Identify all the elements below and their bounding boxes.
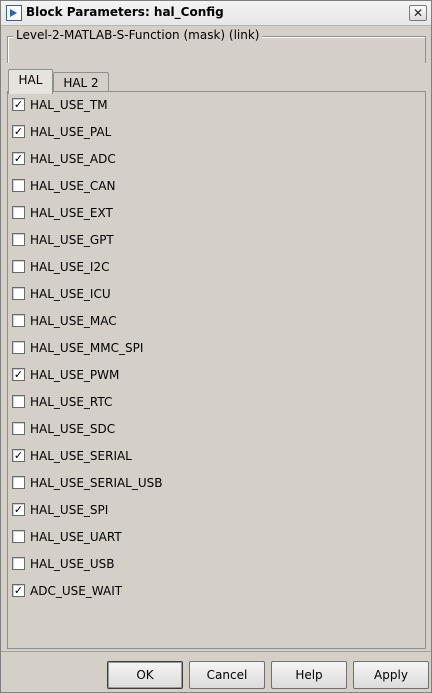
checkmark-icon: ✓ — [13, 98, 24, 111]
checkbox-checked[interactable]: ✓ — [12, 449, 25, 462]
checkbox-label: HAL_USE_SERIAL_USB — [30, 476, 163, 490]
cancel-button[interactable]: Cancel — [189, 661, 265, 689]
checkbox-checked[interactable]: ✓ — [12, 98, 25, 111]
checkmark-icon: ✓ — [13, 503, 24, 516]
checkbox-label: HAL_USE_I2C — [30, 260, 110, 274]
checkbox-label: HAL_USE_UART — [30, 530, 122, 544]
checkbox-label: HAL_USE_PWM — [30, 368, 120, 382]
window-title: Block Parameters: hal_Config — [26, 5, 224, 19]
checkbox-label: HAL_USE_MMC_SPI — [30, 341, 144, 355]
checkmark-icon: ✓ — [13, 368, 24, 381]
apply-button[interactable]: Apply — [353, 661, 429, 689]
checkbox-label: HAL_USE_USB — [30, 557, 115, 571]
checkbox-checked[interactable]: ✓ — [12, 368, 25, 381]
checkbox-unchecked[interactable] — [12, 206, 25, 219]
checkbox-unchecked[interactable] — [12, 314, 25, 327]
checkbox-checked[interactable]: ✓ — [12, 125, 25, 138]
checkbox-label: HAL_USE_TM — [30, 98, 108, 112]
checkbox-checked[interactable]: ✓ — [12, 152, 25, 165]
checkbox-label: HAL_USE_ADC — [30, 152, 116, 166]
checkbox-checked[interactable]: ✓ — [12, 584, 25, 597]
checkmark-icon: ✓ — [13, 152, 24, 165]
tab-panel-hal: ✓ HAL_USE_TM ✓ HAL_USE_PAL ✓ HAL_USE_ADC… — [7, 91, 426, 649]
checkbox-label: HAL_USE_SDC — [30, 422, 116, 436]
tab-hal[interactable]: HAL — [8, 69, 53, 94]
dialog-window: Block Parameters: hal_Config ✕ Level-2-M… — [0, 0, 432, 693]
checkbox-unchecked[interactable] — [12, 557, 25, 570]
checkmark-icon: ✓ — [13, 584, 24, 597]
button-bar-divider — [1, 651, 431, 652]
checkbox-label: HAL_USE_MAC — [30, 314, 117, 328]
title-bar[interactable]: Block Parameters: hal_Config ✕ — [1, 1, 431, 26]
help-button[interactable]: Help — [271, 661, 347, 689]
checkbox-label: HAL_USE_SPI — [30, 503, 109, 517]
checkbox-label: HAL_USE_PAL — [30, 125, 112, 139]
checkbox-unchecked[interactable] — [12, 260, 25, 273]
checkbox-unchecked[interactable] — [12, 287, 25, 300]
checkbox-unchecked[interactable] — [12, 341, 25, 354]
ok-button[interactable]: OK — [107, 661, 183, 689]
checkbox-label: HAL_USE_RTC — [30, 395, 113, 409]
checkbox-checked[interactable]: ✓ — [12, 503, 25, 516]
checkbox-unchecked[interactable] — [12, 530, 25, 543]
checkbox-label: ADC_USE_WAIT — [30, 584, 123, 598]
checkbox-label: HAL_USE_CAN — [30, 179, 116, 193]
checkbox-unchecked[interactable] — [12, 179, 25, 192]
checkmark-icon: ✓ — [13, 125, 24, 138]
checkbox-unchecked[interactable] — [12, 233, 25, 246]
checkbox-label: HAL_USE_ICU — [30, 287, 111, 301]
simulink-block-icon — [6, 5, 22, 21]
checkbox-label: HAL_USE_SERIAL — [30, 449, 132, 463]
checkbox-label: HAL_USE_EXT — [30, 206, 113, 220]
checkbox-unchecked[interactable] — [12, 395, 25, 408]
mask-type-label: Level-2-MATLAB-S-Function (mask) (link) — [13, 28, 263, 42]
checkmark-icon: ✓ — [13, 449, 24, 462]
checkbox-label: HAL_USE_GPT — [30, 233, 114, 247]
close-button[interactable]: ✕ — [409, 5, 427, 21]
checkbox-unchecked[interactable] — [12, 422, 25, 435]
checkbox-unchecked[interactable] — [12, 476, 25, 489]
